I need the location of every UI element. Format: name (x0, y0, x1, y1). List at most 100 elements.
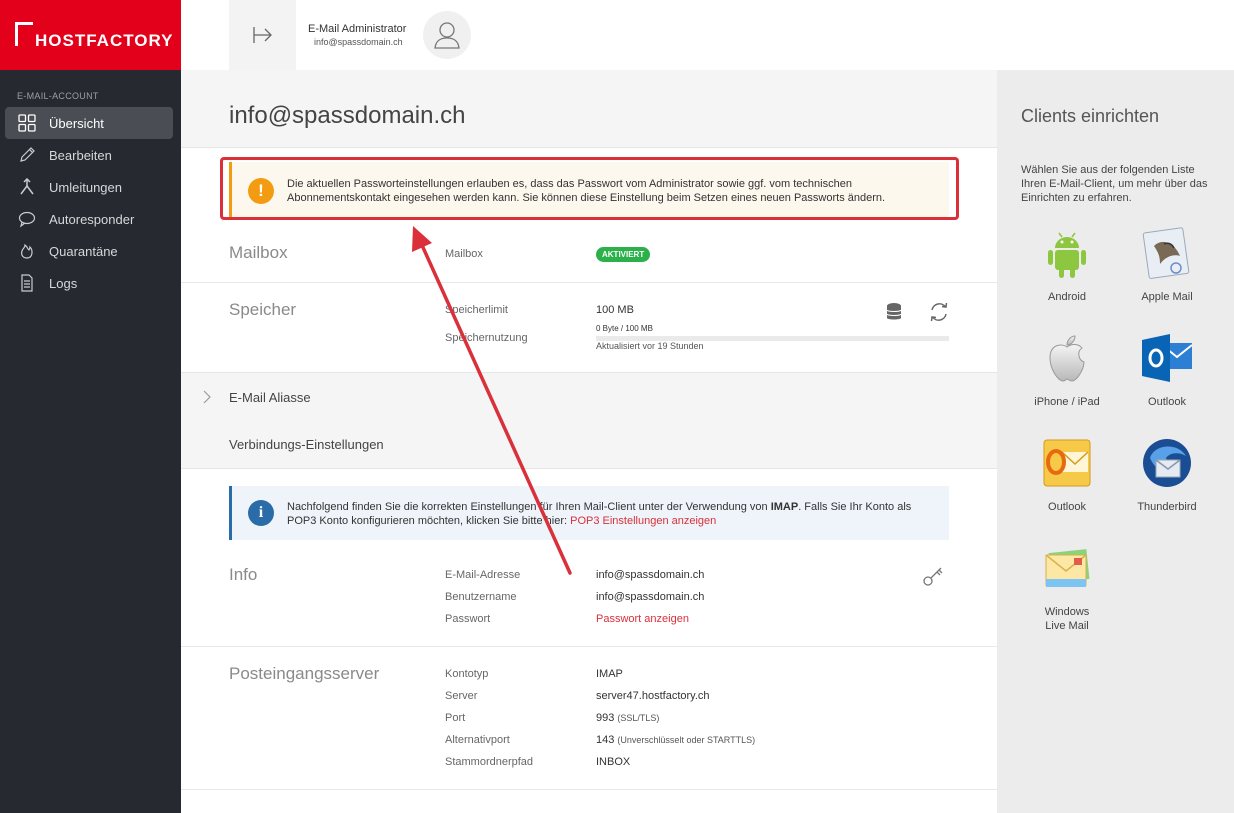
client-label: Apple Mail (1141, 291, 1193, 303)
clients-panel-text: Wählen Sie aus der folgenden Liste Ihren… (1021, 164, 1208, 204)
divider (181, 282, 997, 283)
pencil-icon (18, 146, 36, 164)
server-label: Server (445, 690, 478, 702)
android-icon (1040, 226, 1094, 280)
username-value: info@spassdomain.ch (596, 591, 705, 603)
aliases-row[interactable]: E-Mail Aliasse (181, 372, 997, 421)
client-label: iPhone / iPad (1034, 396, 1100, 408)
email-label: E-Mail-Adresse (445, 569, 521, 581)
logout-icon (252, 27, 272, 43)
client-windows-live-mail[interactable]: Windows Live Mail (1017, 541, 1117, 633)
page-title: info@spassdomain.ch (229, 102, 466, 129)
sidebar-section-title: E-MAIL-ACCOUNT (17, 91, 99, 101)
logout-button[interactable] (229, 0, 296, 70)
info-icon: i (248, 500, 274, 526)
client-outlook-new[interactable]: Outlook (1117, 331, 1217, 409)
client-android[interactable]: Android (1017, 226, 1117, 304)
client-iphone-ipad[interactable]: iPhone / iPad (1017, 331, 1117, 409)
port-number: 993 (596, 712, 615, 724)
windows-live-mail-icon (1040, 541, 1094, 595)
client-label: Outlook (1148, 396, 1186, 408)
user-icon (434, 22, 460, 49)
storage-limit-value: 100 MB (596, 304, 634, 316)
info-section-title: Info (229, 565, 258, 584)
client-label: Outlook (1048, 501, 1086, 513)
apple-icon (1040, 331, 1094, 385)
thunderbird-icon (1140, 436, 1194, 490)
port-label: Port (445, 712, 466, 724)
fork-icon (18, 178, 36, 196)
sidebar: HOSTFACTORY E-MAIL-ACCOUNT Übersicht Bea… (0, 0, 181, 813)
sidebar-item-logs[interactable]: Logs (5, 267, 173, 299)
refresh-icon[interactable] (928, 301, 950, 323)
sidebar-item-bearbeiten[interactable]: Bearbeiten (5, 139, 173, 171)
key-icon[interactable] (922, 565, 944, 587)
info-protocol: IMAP (770, 501, 799, 513)
sidebar-item-label: Quarantäne (49, 243, 118, 259)
sidebar-item-label: Logs (49, 275, 78, 291)
alt-port-note: (Unverschlüsselt oder STARTTLS) (617, 735, 756, 745)
storage-usage-value: 0 Byte / 100 MB (596, 324, 653, 333)
alt-port-number: 143 (596, 734, 615, 746)
port-note: (SSL/TLS) (617, 713, 660, 723)
account-type-label: Kontotyp (445, 668, 489, 680)
alt-port-label: Alternativport (445, 734, 510, 746)
connection-title: Verbindungs-Einstellungen (229, 437, 384, 452)
client-label: Thunderbird (1137, 501, 1197, 513)
storage-limit-label: Speicherlimit (445, 304, 508, 316)
top-header: E-Mail Administrator info@spassdomain.ch (181, 0, 1234, 70)
client-outlook-old[interactable]: Outlook (1017, 436, 1117, 514)
sidebar-item-umleitungen[interactable]: Umleitungen (5, 171, 173, 203)
user-email: info@spassdomain.ch (314, 37, 403, 47)
annotation-highlight-box (220, 157, 959, 220)
avatar[interactable] (423, 11, 471, 59)
password-label: Passwort (445, 613, 491, 625)
connection-settings-header: Verbindungs-Einstellungen (181, 420, 997, 469)
sidebar-item-label: Bearbeiten (49, 147, 112, 163)
pop3-settings-link[interactable]: POP3 Einstellungen anzeigen (570, 515, 716, 527)
user-role: E-Mail Administrator (308, 23, 407, 35)
client-thunderbird[interactable]: Thunderbird (1117, 436, 1217, 514)
username-label: Benutzername (445, 591, 517, 603)
flame-icon (18, 242, 36, 260)
root-folder-label: Stammordnerpfad (445, 756, 534, 768)
storage-updated: Aktualisiert vor 19 Stunden (596, 341, 704, 351)
show-password-link[interactable]: Passwort anzeigen (596, 613, 689, 625)
sidebar-item-label: Autoresponder (49, 211, 135, 227)
info-text-part1: Nachfolgend finden Sie die korrekten Ein… (287, 501, 771, 513)
alt-port-value: 143 (Unverschlüsselt oder STARTTLS) (596, 734, 755, 746)
apple-mail-icon (1140, 226, 1194, 280)
document-icon (18, 274, 36, 292)
chevron-right-icon (203, 390, 211, 404)
storage-usage-label: Speichernutzung (445, 332, 528, 344)
chat-icon (18, 210, 36, 228)
incoming-section-title: Posteingangsserver (229, 664, 380, 683)
mailbox-label: Mailbox (445, 248, 483, 260)
database-icon[interactable] (885, 302, 903, 322)
brand-logo[interactable]: HOSTFACTORY (0, 0, 181, 70)
clients-panel-title: Clients einrichten (1021, 106, 1160, 126)
mailbox-section-title: Mailbox (229, 243, 288, 262)
sidebar-item-quarantaene[interactable]: Quarantäne (5, 235, 173, 267)
server-value: server47.hostfactory.ch (596, 690, 710, 702)
imap-info-box: i Nachfolgend finden Sie die korrekten E… (229, 486, 949, 540)
client-apple-mail[interactable]: Apple Mail (1117, 226, 1217, 304)
clients-panel: Clients einrichten Wählen Sie aus der fo… (997, 70, 1234, 813)
grid-icon (18, 114, 36, 132)
aliases-title: E-Mail Aliasse (229, 390, 311, 405)
root-folder-value: INBOX (596, 756, 631, 768)
outlook-new-icon (1140, 331, 1194, 385)
client-label: Android (1048, 291, 1086, 303)
client-label: Windows Live Mail (1044, 606, 1090, 632)
sidebar-item-label: Umleitungen (49, 179, 122, 195)
sidebar-item-autoresponder[interactable]: Autoresponder (5, 203, 173, 235)
outlook-old-icon (1040, 436, 1094, 490)
storage-section-title: Speicher (229, 300, 297, 319)
info-text: Nachfolgend finden Sie die korrekten Ein… (287, 500, 937, 528)
sidebar-item-uebersicht[interactable]: Übersicht (5, 107, 173, 139)
account-type-value: IMAP (596, 668, 623, 680)
divider (181, 646, 997, 647)
brand-name: HOSTFACTORY (35, 31, 174, 50)
divider (181, 789, 997, 790)
sidebar-item-label: Übersicht (49, 115, 104, 131)
